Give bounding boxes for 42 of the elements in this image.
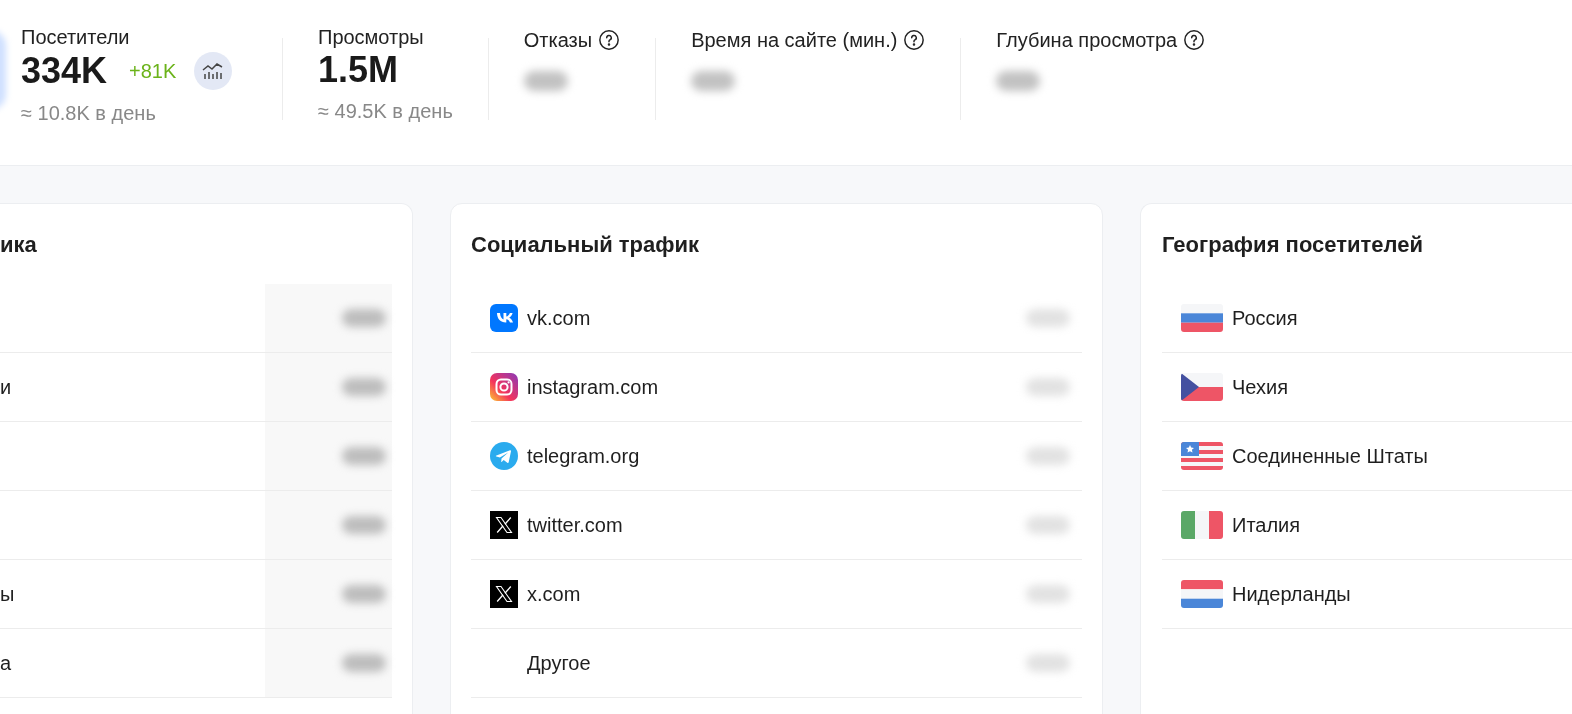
site-name: Другое [527, 651, 592, 676]
chart-icon [202, 62, 225, 80]
country-name: Россия [1232, 306, 1298, 331]
country-name: Чехия [1232, 375, 1288, 400]
card-title: География посетителей [1162, 230, 1424, 259]
metric-label: Отказы [523, 28, 593, 53]
metric-value: 334K [21, 53, 108, 89]
site-name: telegram.org [527, 444, 641, 469]
card-title: ика [0, 230, 38, 259]
help-icon[interactable] [903, 29, 926, 51]
country-name: Соединенные Штаты [1232, 444, 1428, 469]
flag-icon [1181, 580, 1223, 608]
metric-delta: +81K [129, 59, 177, 84]
flag-icon [1181, 511, 1223, 539]
flag-icon [1181, 442, 1223, 470]
metric-label: Посетители [21, 25, 130, 50]
flag-icon [1181, 304, 1223, 332]
per-day-text: ≈ 10.8K в день [21, 101, 157, 126]
help-icon[interactable] [1183, 29, 1206, 51]
chart-button[interactable] [194, 52, 233, 90]
site-name: vk.com [527, 306, 592, 331]
site-name: twitter.com [527, 513, 624, 538]
country-name: Италия [1232, 513, 1301, 538]
flag-icon [1181, 373, 1223, 401]
row-label: и [0, 375, 12, 400]
row-label: а [0, 651, 12, 676]
row-label: ы [0, 582, 15, 607]
metric-label: Глубина просмотра [996, 28, 1178, 53]
site-name: instagram.com [527, 375, 660, 400]
card-title: Социальный трафик [471, 230, 701, 259]
site-name: x.com [527, 582, 582, 607]
instagram-logo-icon [490, 373, 518, 401]
metric-value: 1.5M [318, 52, 399, 88]
metric-label: Просмотры [318, 25, 424, 50]
telegram-logo-icon [490, 442, 518, 470]
vk-logo-icon [490, 304, 518, 332]
country-name: Нидерланды [1232, 582, 1351, 607]
metric-label: Время на сайте (мин.) [691, 28, 898, 53]
x-logo-icon [490, 511, 518, 539]
help-icon[interactable] [598, 29, 621, 51]
x-logo-icon [490, 580, 518, 608]
per-day-text: ≈ 49.5K в день [318, 99, 453, 124]
